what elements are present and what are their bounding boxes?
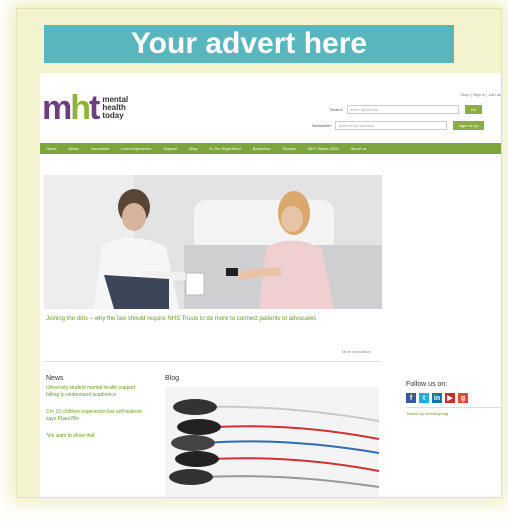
logo-mark: mht [42, 91, 100, 125]
nav-item[interactable]: Home [46, 146, 57, 151]
divider [44, 361, 382, 362]
logo-letter-m: m [42, 89, 72, 127]
nav-item[interactable]: Lived experience [121, 146, 151, 151]
news-heading: News [46, 375, 64, 382]
youtube-icon[interactable]: ▶ [445, 393, 455, 403]
blog-heading: Blog [165, 375, 180, 382]
twitter-icon[interactable]: t [419, 393, 429, 403]
facebook-icon[interactable]: f [406, 393, 416, 403]
logo-wordmark: mental health today [102, 96, 128, 120]
blog-image[interactable] [165, 387, 379, 497]
follow-heading: Follow us on: [406, 381, 448, 388]
logo-letter-t: t [89, 89, 100, 127]
search-input[interactable]: enter keywords... [346, 105, 459, 114]
nav-item[interactable]: Innovation [91, 146, 109, 151]
search-label: Search [330, 107, 343, 112]
newsletter-row: Newsletter enter email address sign me u… [312, 121, 485, 130]
nav-item[interactable]: Support [163, 146, 177, 151]
advert-banner-top[interactable]: Your advert here [44, 25, 454, 63]
divider [406, 407, 501, 408]
nav-item[interactable]: MHT Wales 2016 [308, 146, 339, 151]
site-logo[interactable]: mht mental health today [42, 91, 128, 125]
nav-item[interactable]: Blog [189, 146, 197, 151]
tweets-link[interactable]: Tweets by mhtodaymag [406, 411, 448, 416]
more-innovation-link[interactable]: More Innovation [342, 349, 371, 354]
nav-item[interactable]: Bookshop [253, 146, 271, 151]
news-item[interactable]: University student mental health support… [46, 385, 144, 399]
googleplus-icon[interactable]: g [458, 393, 468, 403]
logo-line-today: today [102, 111, 124, 120]
advert-frame: Your advert here or here mht mental heal… [16, 8, 502, 498]
news-item[interactable]: 'We want to show that [46, 433, 144, 440]
hero-image[interactable] [44, 175, 382, 309]
news-item[interactable]: 3 in 10 children experience low self-est… [46, 409, 144, 423]
logo-letter-h: h [70, 89, 91, 127]
header-links[interactable]: Shop | Sign in | Join us [460, 92, 501, 97]
social-icons: f t in ▶ g [406, 393, 468, 403]
nav-item[interactable]: News [69, 146, 79, 151]
linkedin-icon[interactable]: in [432, 393, 442, 403]
newsletter-label: Newsletter [312, 123, 331, 128]
hero-photo [44, 175, 382, 309]
hero-caption[interactable]: Joining the dots – why the law should re… [46, 315, 376, 323]
newsletter-input[interactable]: enter email address [334, 121, 447, 130]
search-row: Search enter keywords... Go [330, 105, 483, 114]
blog-photo [165, 387, 379, 497]
newsletter-signup-button[interactable]: sign me up [452, 121, 485, 130]
main-nav: Home News Innovation Lived experience Su… [40, 143, 501, 154]
search-button[interactable]: Go [464, 105, 483, 114]
nav-item[interactable]: Ebooks [283, 146, 296, 151]
nav-item[interactable]: About us [351, 146, 367, 151]
website-screenshot: mht mental health today Shop | Sign in |… [40, 73, 501, 497]
nav-item[interactable]: In Our Right Mind [209, 146, 240, 151]
